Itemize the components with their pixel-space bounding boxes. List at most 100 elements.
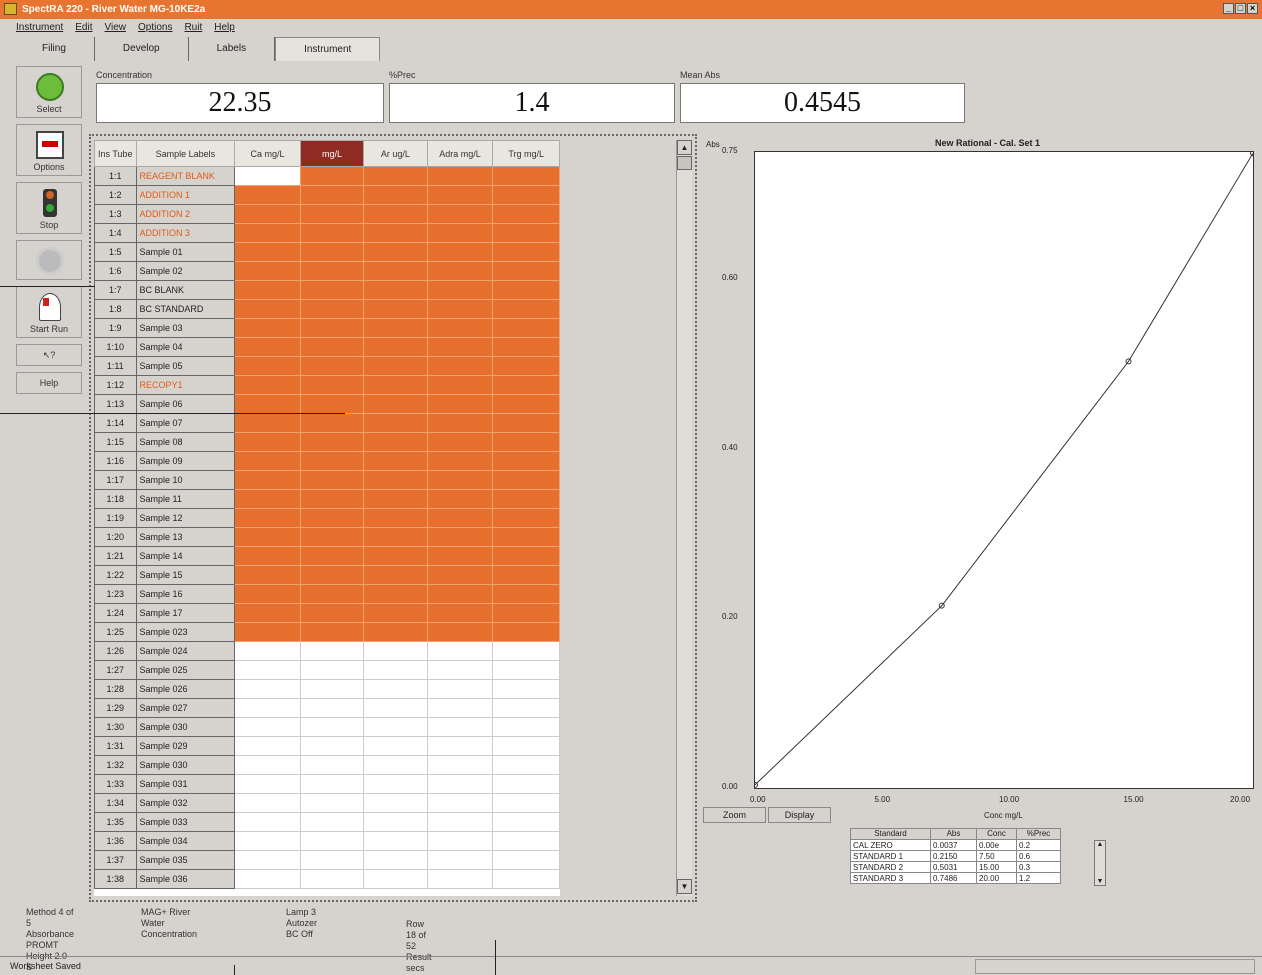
result-cell[interactable] (426, 869, 494, 889)
help-button[interactable]: Help (16, 372, 82, 394)
result-cell[interactable] (299, 527, 365, 547)
result-cell[interactable] (299, 546, 365, 566)
scroll-up-arrow-icon[interactable]: ▲ (677, 140, 692, 155)
result-cell[interactable] (492, 242, 560, 262)
result-cell[interactable] (492, 869, 560, 889)
result-cell[interactable] (492, 394, 560, 414)
menu-instrument[interactable]: Instrument (16, 19, 63, 36)
result-cell[interactable] (363, 641, 428, 661)
result-cell[interactable] (234, 793, 301, 813)
result-cell[interactable] (363, 223, 428, 243)
result-cell[interactable] (426, 242, 494, 262)
worksheet-row[interactable]: 1:32 Sample 030 (94, 755, 560, 775)
result-cell[interactable] (299, 375, 365, 395)
result-cell[interactable] (363, 717, 428, 737)
result-cell[interactable] (363, 831, 428, 851)
result-cell[interactable] (234, 470, 301, 490)
result-cell[interactable] (426, 166, 494, 186)
sample-label-cell[interactable]: Sample 025 (135, 660, 236, 680)
menu-view[interactable]: View (104, 19, 126, 36)
result-cell[interactable] (426, 831, 494, 851)
worksheet-row[interactable]: 1:4 ADDITION 3 (94, 223, 560, 243)
worksheet-row[interactable]: 1:7 BC BLANK (94, 280, 560, 300)
worksheet-row[interactable]: 1:2 ADDITION 1 (94, 185, 560, 205)
worksheet-row[interactable]: 1:28 Sample 026 (94, 679, 560, 699)
result-cell[interactable] (492, 641, 560, 661)
result-cell[interactable] (363, 166, 428, 186)
context-help-button[interactable]: ↖? (16, 344, 82, 366)
result-cell[interactable] (299, 432, 365, 452)
result-cell[interactable] (299, 337, 365, 357)
worksheet-row[interactable]: 1:16 Sample 09 (94, 451, 560, 471)
result-cell[interactable] (299, 641, 365, 661)
result-cell[interactable] (234, 432, 301, 452)
result-cell[interactable] (492, 166, 560, 186)
result-cell[interactable] (234, 717, 301, 737)
result-cell[interactable] (426, 261, 494, 281)
sample-label-cell[interactable]: Sample 030 (135, 755, 236, 775)
options-button[interactable]: Options (16, 124, 82, 176)
result-cell[interactable] (299, 850, 365, 870)
sample-label-cell[interactable]: Sample 08 (135, 432, 236, 452)
result-cell[interactable] (234, 242, 301, 262)
result-cell[interactable] (426, 527, 494, 547)
standards-scrollbar[interactable]: ▲ ▼ (1094, 840, 1106, 886)
worksheet-row[interactable]: 1:35 Sample 033 (94, 812, 560, 832)
sample-label-cell[interactable]: Sample 13 (135, 527, 236, 547)
result-cell[interactable] (363, 242, 428, 262)
result-cell[interactable] (363, 432, 428, 452)
standard-row[interactable]: STANDARD 3 0.7486 20.00 1.2 (850, 872, 1061, 884)
result-cell[interactable] (299, 318, 365, 338)
result-cell[interactable] (363, 204, 428, 224)
result-cell[interactable] (299, 755, 365, 775)
result-cell[interactable] (299, 204, 365, 224)
result-cell[interactable] (426, 470, 494, 490)
sample-label-cell[interactable]: Sample 034 (135, 831, 236, 851)
result-cell[interactable] (234, 698, 301, 718)
result-cell[interactable] (299, 831, 365, 851)
result-cell[interactable] (234, 660, 301, 680)
maximize-button[interactable]: □ (1235, 3, 1246, 14)
result-cell[interactable] (234, 166, 301, 186)
sample-label-cell[interactable]: Sample 026 (135, 679, 236, 699)
result-cell[interactable] (426, 774, 494, 794)
sample-label-cell[interactable]: Sample 030 (135, 717, 236, 737)
worksheet-row[interactable]: 1:31 Sample 029 (94, 736, 560, 756)
column-header[interactable]: Ins Tube (94, 140, 137, 167)
result-cell[interactable] (299, 565, 365, 585)
worksheet-row[interactable]: 1:9 Sample 03 (94, 318, 560, 338)
result-cell[interactable] (492, 185, 560, 205)
sample-label-cell[interactable]: Sample 16 (135, 584, 236, 604)
result-cell[interactable] (492, 660, 560, 680)
result-cell[interactable] (234, 318, 301, 338)
result-cell[interactable] (234, 394, 301, 414)
result-cell[interactable] (426, 299, 494, 319)
result-cell[interactable] (492, 698, 560, 718)
result-cell[interactable] (492, 774, 560, 794)
result-cell[interactable] (234, 584, 301, 604)
result-cell[interactable] (492, 489, 560, 509)
sample-label-cell[interactable]: BC BLANK (135, 280, 236, 300)
column-header[interactable]: Ca mg/L (234, 140, 301, 167)
result-cell[interactable] (299, 793, 365, 813)
result-cell[interactable] (234, 375, 301, 395)
result-cell[interactable] (492, 793, 560, 813)
sample-label-cell[interactable]: Sample 07 (135, 413, 236, 433)
result-cell[interactable] (234, 603, 301, 623)
result-cell[interactable] (426, 375, 494, 395)
result-cell[interactable] (234, 413, 301, 433)
column-header[interactable]: mg/L (299, 140, 365, 167)
result-cell[interactable] (299, 622, 365, 642)
result-cell[interactable] (234, 451, 301, 471)
result-cell[interactable] (492, 337, 560, 357)
result-cell[interactable] (492, 622, 560, 642)
result-cell[interactable] (492, 470, 560, 490)
result-cell[interactable] (492, 375, 560, 395)
sample-label-cell[interactable]: Sample 031 (135, 774, 236, 794)
standard-row[interactable]: STANDARD 1 0.2150 7.50 0.6 (850, 850, 1061, 862)
worksheet-row[interactable]: 1:8 BC STANDARD (94, 299, 560, 319)
result-cell[interactable] (234, 755, 301, 775)
result-cell[interactable] (234, 869, 301, 889)
result-cell[interactable] (426, 717, 494, 737)
worksheet-row[interactable]: 1:38 Sample 036 (94, 869, 560, 889)
